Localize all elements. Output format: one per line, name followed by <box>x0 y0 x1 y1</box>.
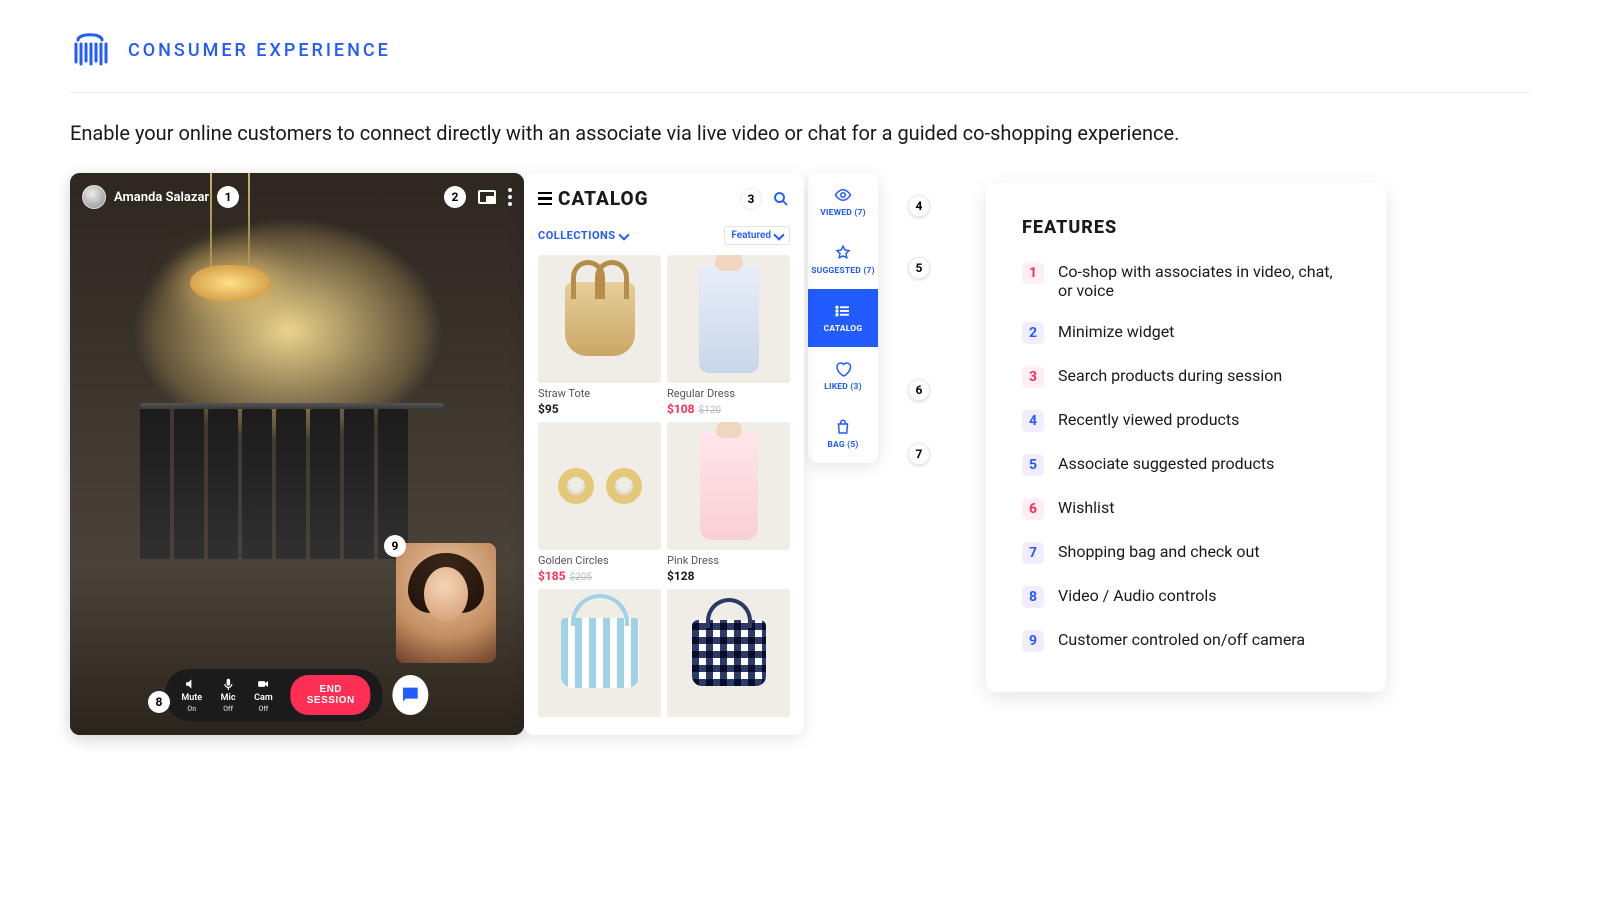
minimize-icon[interactable] <box>478 190 496 204</box>
feature-text: Search products during session <box>1058 366 1282 385</box>
eye-icon <box>834 186 852 204</box>
checkered-bag-image <box>692 620 766 686</box>
camera-button[interactable]: Cam Off <box>254 677 273 713</box>
feature-number: 2 <box>1022 322 1044 344</box>
page-title: CONSUMER EXPERIENCE <box>128 40 391 61</box>
feature-item: 4 Recently viewed products <box>1022 410 1350 432</box>
feature-item: 2 Minimize widget <box>1022 322 1350 344</box>
search-icon[interactable] <box>772 190 790 208</box>
features-card: FEATURES 1 Co-shop with associates in vid… <box>986 183 1386 692</box>
product-card[interactable]: Regular Dress $108$120 <box>667 255 790 416</box>
bag-icon <box>834 418 852 436</box>
rail-catalog[interactable]: CATALOG <box>808 289 878 347</box>
product-card[interactable] <box>538 589 661 717</box>
features-title: FEATURES <box>1022 217 1350 238</box>
feature-item: 1 Co-shop with associates in video, chat,… <box>1022 262 1350 300</box>
feature-text: Wishlist <box>1058 498 1114 517</box>
feature-number: 8 <box>1022 586 1044 608</box>
product-card[interactable]: Pink Dress $128 <box>667 422 790 583</box>
callout-1: 1 <box>217 186 239 208</box>
feature-item: 5 Associate suggested products <box>1022 454 1350 476</box>
feature-item: 3 Search products during session <box>1022 366 1350 388</box>
feature-item: 7 Shopping bag and check out <box>1022 542 1350 564</box>
chevron-down-icon <box>773 229 784 240</box>
feature-text: Associate suggested products <box>1058 454 1274 473</box>
rail-suggested[interactable]: SUGGESTED (7) <box>808 231 878 289</box>
chevron-down-icon <box>618 229 629 240</box>
chat-button[interactable] <box>393 675 429 715</box>
presenter-name: Amanda Salazar <box>114 190 209 205</box>
feature-text: Recently viewed products <box>1058 410 1239 429</box>
mic-button[interactable]: Mic Off <box>220 677 236 713</box>
self-camera[interactable] <box>396 543 496 663</box>
feature-number: 9 <box>1022 630 1044 652</box>
video-pane: Amanda Salazar 1 2 9 8 <box>70 173 524 735</box>
feature-number: 5 <box>1022 454 1044 476</box>
video-controls: Mute On Mic Off Cam Off <box>165 669 428 721</box>
page-header: CONSUMER EXPERIENCE <box>70 30 1530 93</box>
avatar <box>82 185 106 209</box>
straw-tote-image <box>565 282 635 356</box>
callout-7: 7 <box>908 443 930 465</box>
rail-bag[interactable]: BAG (5) <box>808 405 878 463</box>
callout-3: 3 <box>740 188 762 210</box>
presenter-badge: Amanda Salazar 1 <box>82 185 239 209</box>
mute-button[interactable]: Mute On <box>181 677 202 713</box>
feature-item: 6 Wishlist <box>1022 498 1350 520</box>
menu-icon[interactable] <box>538 192 552 206</box>
golden-circles-image <box>558 468 642 504</box>
rail-liked[interactable]: LIKED (3) <box>808 347 878 405</box>
product-card[interactable]: Straw Tote $95 <box>538 255 661 416</box>
callout-9: 9 <box>384 535 406 557</box>
feature-text: Shopping bag and check out <box>1058 542 1260 561</box>
star-icon <box>834 244 852 262</box>
sort-dropdown[interactable]: Featured <box>724 226 790 245</box>
feature-number: 7 <box>1022 542 1044 564</box>
brand-logo-icon <box>70 30 110 70</box>
feature-text: Customer controled on/off camera <box>1058 630 1305 649</box>
feature-number: 6 <box>1022 498 1044 520</box>
feature-number: 1 <box>1022 262 1044 284</box>
heart-icon <box>834 360 852 378</box>
feature-item: 8 Video / Audio controls <box>1022 586 1350 608</box>
rail-viewed[interactable]: VIEWED (7) <box>808 173 878 231</box>
product-screenshot: Amanda Salazar 1 2 9 8 <box>70 173 878 735</box>
callout-5: 5 <box>908 257 930 279</box>
callout-8: 8 <box>148 691 170 713</box>
product-card[interactable]: Golden Circles $185$205 <box>538 422 661 583</box>
more-icon[interactable] <box>508 188 512 206</box>
callout-4: 4 <box>908 195 930 217</box>
feature-text: Minimize widget <box>1058 322 1174 341</box>
callout-2: 2 <box>444 186 466 208</box>
end-session-button[interactable]: END SESSION <box>291 675 371 715</box>
regular-dress-image <box>699 265 759 373</box>
product-card[interactable] <box>667 589 790 717</box>
side-rail: VIEWED (7) SUGGESTED (7) CATALOG LIKED (… <box>808 173 878 463</box>
feature-number: 3 <box>1022 366 1044 388</box>
feature-text: Video / Audio controls <box>1058 586 1217 605</box>
striped-bag-image <box>561 618 639 688</box>
pink-dress-image <box>700 432 758 540</box>
collections-dropdown[interactable]: COLLECTIONS <box>538 229 628 242</box>
catalog-title: CATALOG <box>538 187 649 210</box>
feature-text: Co-shop with associates in video, chat, … <box>1058 262 1350 300</box>
catalog-pane: CATALOG 3 COLLECTIONS Featured <box>524 173 804 735</box>
feature-number: 4 <box>1022 410 1044 432</box>
callout-6: 6 <box>908 379 930 401</box>
feature-item: 9 Customer controled on/off camera <box>1022 630 1350 652</box>
intro-text: Enable your online customers to connect … <box>70 121 1530 145</box>
list-icon <box>834 302 852 320</box>
